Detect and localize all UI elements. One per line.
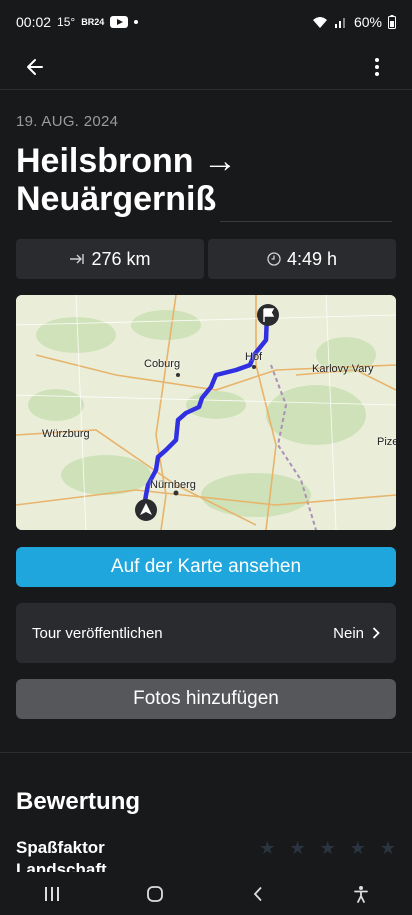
route-map[interactable]: Coburg Hof Karlovy Vary Würzburg Nürnber… [16,295,396,530]
recent-apps-icon [44,886,59,901]
more-vert-icon [375,58,379,76]
map-label-wuerzburg: Würzburg [42,428,90,440]
fun-rating-stars: ★ ★ ★ ★ ★ [259,838,396,859]
duration-stat: 4:49 h [208,239,396,279]
accessibility-button[interactable] [341,877,381,911]
wifi-icon [312,17,327,28]
chevron-right-icon [372,627,380,639]
back-nav-button[interactable] [238,877,278,911]
publish-value-text: Nein [333,624,364,642]
add-photos-button[interactable]: Fotos hinzufügen [16,679,396,719]
arrow-to-line-icon [70,254,85,264]
battery-percent: 60% [353,14,382,30]
star-icon[interactable]: ★ [320,838,336,859]
view-on-map-button[interactable]: Auf der Karte ansehen [16,547,396,587]
app-bar-divider [0,89,412,90]
notification-dot-icon [134,20,139,24]
app-bar [0,44,412,90]
star-icon[interactable]: ★ [350,838,366,859]
system-nav-bar [0,872,412,915]
arrow-left-icon [27,59,43,75]
fun-rating-row: Spaßfaktor ★ ★ ★ ★ ★ [16,836,396,860]
home-button[interactable] [135,877,175,911]
clock-icon [267,252,281,266]
accessibility-icon [353,885,368,903]
fun-rating-label: Spaßfaktor [16,838,105,857]
publish-tour-label: Tour veröffentlichen [32,624,163,642]
status-time: 00:02 [16,14,52,30]
navigation-arrow-icon[interactable] [135,499,157,521]
map-label-nuernberg: Nürnberg [150,479,196,491]
tour-stats: 276 km 4:49 h [16,239,396,279]
hof-dot [252,365,256,369]
flag-icon[interactable] [257,304,279,326]
tour-title: Heilsbronn → Neuärgerniß [16,142,238,218]
title-divider [220,221,392,222]
rating-section-title: Bewertung [16,788,141,815]
back-button[interactable] [18,50,52,84]
star-icon[interactable]: ★ [380,838,396,859]
map-label-coburg: Coburg [144,358,181,370]
tour-date: 19. AUG. 2024 [16,113,119,130]
star-icon[interactable]: ★ [289,838,305,859]
section-divider [0,752,412,753]
status-temperature: 15° [57,15,76,29]
duration-value: 4:49 h [286,248,338,269]
more-options-button[interactable] [360,50,394,84]
distance-stat: 276 km [16,239,204,279]
home-icon [146,885,163,902]
distance-value: 276 km [91,248,151,269]
status-bar: 00:02 15° BR24 60% [0,0,412,44]
publish-tour-value: Nein [333,625,380,642]
battery-icon [388,15,396,29]
signal-icon [334,18,345,28]
map-label-hof: Hof [245,351,263,363]
map-label-karlovy-vary: Karlovy Vary [312,363,374,375]
star-icon[interactable]: ★ [259,838,275,859]
map-label-pize: Pize [377,436,396,448]
youtube-icon [110,16,129,28]
coburg-dot [176,373,180,377]
br24-label: BR24 [81,17,105,27]
nuernberg-dot [173,490,179,496]
map-canvas [16,295,396,530]
chevron-left-icon [253,886,262,901]
recent-apps-button[interactable] [32,877,72,911]
landscape-rating-label: Landschaft [16,860,107,872]
publish-tour-row[interactable]: Tour veröffentlichen Nein [16,603,396,663]
